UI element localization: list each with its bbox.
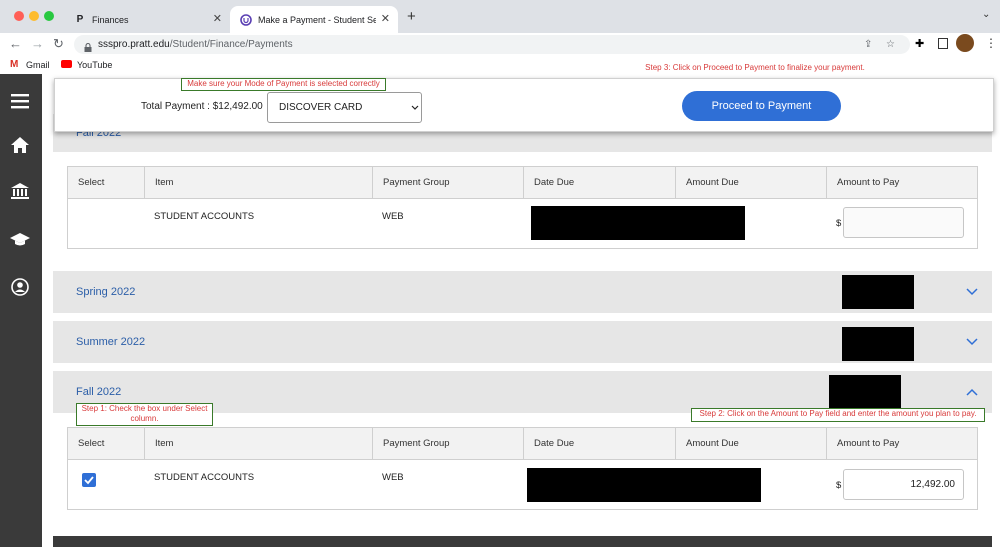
chevron-up-icon[interactable] xyxy=(966,388,978,396)
url-path: /Student/Finance/Payments xyxy=(169,39,293,50)
term-section-header[interactable]: Summer 2022 xyxy=(53,321,992,363)
column-header-item: Item xyxy=(144,167,372,199)
ellucian-icon xyxy=(240,13,252,26)
column-header-date-due: Date Due xyxy=(523,167,675,199)
payments-page: Fall 2022 Select Item Payment Group Date… xyxy=(42,74,1000,547)
payment-mode-value: DISCOVER CARD xyxy=(279,102,363,113)
payment-mode-select[interactable]: DISCOVER CARD xyxy=(267,92,422,123)
select-checkbox[interactable] xyxy=(82,473,96,487)
column-header-amount-due: Amount Due xyxy=(675,428,826,460)
currency-symbol: $ xyxy=(836,480,842,491)
bookmark-gmail[interactable]: Gmail xyxy=(26,60,50,70)
youtube-icon xyxy=(61,60,72,68)
reload-icon[interactable]: ↻ xyxy=(53,36,64,52)
step3-annotation: Step 3: Click on Proceed to Payment to f… xyxy=(645,63,865,72)
close-tab-icon[interactable]: ✕ xyxy=(381,12,390,25)
footer-bar xyxy=(53,536,992,547)
redacted-balance xyxy=(829,375,901,409)
browser-tab-strip: P Finances ✕ Make a Payment - Student Se… xyxy=(0,0,1000,33)
browser-menu-icon[interactable]: ⋮ xyxy=(985,36,997,50)
term-title: Fall 2022 xyxy=(76,386,122,398)
item-cell: STUDENT ACCOUNTS xyxy=(154,211,255,222)
close-window-button[interactable] xyxy=(14,11,24,21)
redacted-date-and-amount xyxy=(531,206,745,240)
chevron-down-icon xyxy=(411,105,419,110)
column-header-amount-to-pay: Amount to Pay xyxy=(826,167,977,199)
academics-graduation-cap-icon[interactable] xyxy=(9,228,31,250)
bookmark-youtube[interactable]: YouTube xyxy=(77,60,112,70)
checkmark-icon xyxy=(84,476,94,485)
column-header-select: Select xyxy=(78,177,105,188)
currency-symbol: $ xyxy=(836,218,842,229)
tab-make-payment[interactable]: Make a Payment - Student Self ✕ xyxy=(230,6,398,33)
gmail-icon: M xyxy=(10,59,19,70)
column-header-payment-group: Payment Group xyxy=(372,428,524,460)
proceed-to-payment-button[interactable]: Proceed to Payment xyxy=(682,91,841,121)
payment-table: Select Item Payment Group Date Due Amoun… xyxy=(67,427,978,510)
maximize-window-button[interactable] xyxy=(44,11,54,21)
term-title: Summer 2022 xyxy=(76,336,146,348)
redacted-balance xyxy=(842,275,914,309)
tab-label: Make a Payment - Student Self xyxy=(258,14,376,25)
bookmark-star-icon[interactable]: ☆ xyxy=(886,35,895,54)
column-header-select: Select xyxy=(78,438,105,449)
chevron-down-icon[interactable] xyxy=(966,288,978,296)
column-header-payment-group: Payment Group xyxy=(372,167,524,199)
column-header-date-due: Date Due xyxy=(523,428,675,460)
term-title: Spring 2022 xyxy=(76,286,136,298)
back-icon[interactable]: ← xyxy=(9,36,22,51)
column-header-amount-due: Amount Due xyxy=(675,167,826,199)
mode-hint-annotation: Make sure your Mode of Payment is select… xyxy=(181,78,386,91)
new-tab-icon[interactable]: + xyxy=(407,8,416,25)
minimize-window-button[interactable] xyxy=(29,11,39,21)
term-section-header[interactable]: Spring 2022 xyxy=(53,271,992,313)
amount-to-pay-input[interactable] xyxy=(843,207,964,238)
address-bar[interactable]: ssspro.pratt.edu/Student/Finance/Payment… xyxy=(74,35,910,54)
url-host: ssspro.pratt.edu xyxy=(98,39,170,50)
step1-annotation: Step 1: Check the box under Select colum… xyxy=(76,403,213,426)
item-cell: STUDENT ACCOUNTS xyxy=(154,472,255,483)
side-panel-icon[interactable] xyxy=(938,38,948,49)
redacted-balance xyxy=(842,327,914,361)
tab-finances[interactable]: P Finances ✕ xyxy=(64,6,230,33)
profile-avatar[interactable] xyxy=(956,34,974,52)
tab-label: Finances xyxy=(92,14,129,25)
user-profile-icon[interactable] xyxy=(9,276,31,298)
payment-group-cell: WEB xyxy=(382,472,404,483)
pratt-p-icon: P xyxy=(76,14,84,25)
share-icon[interactable]: ⇪ xyxy=(864,35,872,54)
close-tab-icon[interactable]: ✕ xyxy=(213,12,222,25)
total-payment-label: Total Payment : $12,492.00 xyxy=(141,101,263,112)
column-header-item: Item xyxy=(144,428,372,460)
column-header-amount-to-pay: Amount to Pay xyxy=(826,428,977,460)
payment-table: Select Item Payment Group Date Due Amoun… xyxy=(67,166,978,249)
table-header-row: Select Item Payment Group Date Due Amoun… xyxy=(68,428,977,460)
payment-group-cell: WEB xyxy=(382,211,404,222)
amount-to-pay-input[interactable]: 12,492.00 xyxy=(843,469,964,500)
home-icon[interactable] xyxy=(9,134,31,156)
hamburger-menu-icon[interactable] xyxy=(9,90,31,112)
app-nav-rail xyxy=(0,74,42,547)
forward-icon[interactable]: → xyxy=(31,36,44,51)
finance-bank-icon[interactable] xyxy=(9,180,31,202)
extensions-icon[interactable]: ✚ xyxy=(915,37,924,50)
tab-search-icon[interactable]: ⌄ xyxy=(982,9,990,20)
chevron-down-icon[interactable] xyxy=(966,338,978,346)
browser-toolbar: ← → ↻ ssspro.pratt.edu/Student/Finance/P… xyxy=(0,33,1000,56)
redacted-date-and-amount xyxy=(527,468,761,502)
table-header-row: Select Item Payment Group Date Due Amoun… xyxy=(68,167,977,199)
step2-annotation: Step 2: Click on the Amount to Pay field… xyxy=(691,408,985,422)
